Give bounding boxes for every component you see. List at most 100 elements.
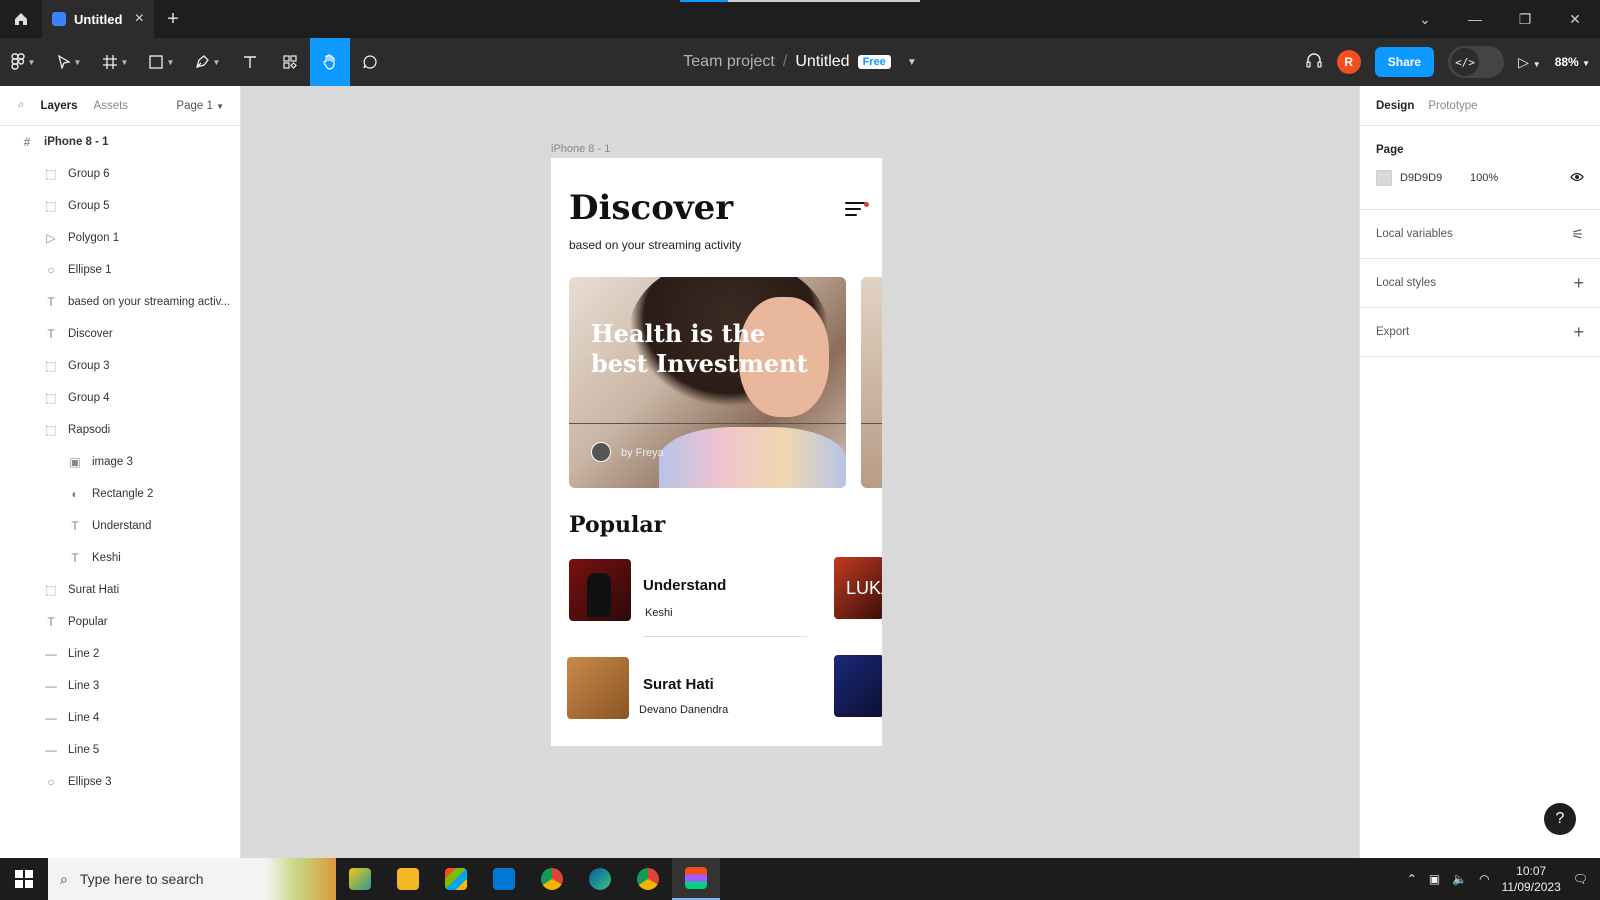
frame-tool[interactable]: ▼ [92,38,138,86]
song-artist[interactable]: Keshi [645,607,673,619]
export-section[interactable]: Export + [1360,308,1600,357]
notifications-icon[interactable]: 🗨 [1573,872,1588,886]
frame-label[interactable]: iPhone 8 - 1 [551,143,610,155]
headphones-icon[interactable] [1305,51,1323,74]
layer-row[interactable]: ⬚ Group 6 [0,158,240,190]
layer-row[interactable]: T Keshi [0,542,240,574]
pen-icon [195,55,209,68]
sliders-icon[interactable]: ⚟ [1571,226,1584,243]
chevron-down-icon[interactable]: ⌄ [1400,0,1450,38]
page-color-value[interactable]: D9D9D9 [1400,172,1462,184]
layer-row[interactable]: ○ Ellipse 3 [0,766,240,798]
avatar[interactable]: R [1336,50,1361,74]
local-styles-section[interactable]: Local styles + [1360,259,1600,308]
plus-icon[interactable]: + [1573,273,1584,294]
album-art-surat-hati[interactable] [567,657,629,719]
popular-heading[interactable]: Popular [569,512,665,538]
song-artist[interactable]: Devano Danendra [639,704,728,716]
page-selector[interactable]: Page 1 ▼ [176,100,224,112]
layer-row[interactable]: ⬚ Group 5 [0,190,240,222]
layer-row[interactable]: T Discover [0,318,240,350]
search-icon[interactable]: ⌕ [18,99,24,112]
layer-row[interactable]: # iPhone 8 - 1 [0,126,240,158]
layer-row[interactable]: ◐ Rectangle 2 [0,478,240,510]
local-variables-section[interactable]: Local variables ⚟ [1360,210,1600,259]
file-explorer-icon[interactable] [384,858,432,900]
restore-icon[interactable]: ❐ [1500,0,1550,38]
layer-row[interactable]: ▷ Polygon 1 [0,222,240,254]
chrome-icon[interactable] [528,858,576,900]
album-art-luka[interactable]: LUKA [834,557,882,619]
chevron-down-icon[interactable]: ▼ [907,57,917,68]
local-styles-label: Local styles [1376,277,1437,289]
layer-row[interactable]: ○ Ellipse 1 [0,254,240,286]
layer-row[interactable]: ⬚ Group 3 [0,350,240,382]
widgets-icon[interactable] [336,858,384,900]
tab-design[interactable]: Design [1376,100,1414,112]
file-name[interactable]: Untitled [795,53,849,71]
taskbar-search[interactable]: ⌕ Type here to search [48,858,336,900]
layer-row[interactable]: — Line 4 [0,702,240,734]
dev-mode-toggle[interactable]: </> [1448,46,1505,78]
shape-tool[interactable]: ▼ [138,38,184,86]
color-swatch[interactable] [1376,170,1392,186]
windows-start-icon[interactable] [0,858,48,900]
layer-row[interactable]: Tbased on your streaming activ... [0,286,240,318]
plus-icon[interactable]: + [154,8,192,31]
author-avatar [591,442,611,462]
tab-layers[interactable]: Layers [40,100,77,112]
plus-icon[interactable]: + [1573,322,1584,343]
microsoft-store-icon[interactable] [432,858,480,900]
album-art-aziz[interactable] [834,655,882,717]
volume-icon[interactable]: 🔈 [1452,872,1467,886]
layer-row[interactable]: T Understand [0,510,240,542]
present-button[interactable]: ▷ ▼ [1518,54,1541,71]
layer-row[interactable]: T Popular [0,606,240,638]
share-button[interactable]: Share [1374,47,1435,77]
resources-tool[interactable] [270,38,310,86]
minimize-icon[interactable]: — [1450,0,1500,38]
chrome-profile-icon[interactable] [624,858,672,900]
tab-prototype[interactable]: Prototype [1428,100,1477,112]
close-window-icon[interactable]: ✕ [1550,0,1600,38]
menu-icon[interactable] [845,202,865,218]
meet-icon[interactable]: ▣ [1429,872,1440,886]
eye-icon[interactable] [1570,171,1584,185]
main-menu-button[interactable]: ▼ [0,38,46,86]
layer-row[interactable]: ▣ image 3 [0,446,240,478]
page-opacity-value[interactable]: 100% [1470,172,1498,184]
layer-row[interactable]: — Line 2 [0,638,240,670]
chevron-down-icon: ▼ [216,101,224,111]
layer-row[interactable]: — Line 5 [0,734,240,766]
move-tool[interactable]: ▼ [46,38,92,86]
edge-icon[interactable] [576,858,624,900]
layer-row[interactable]: ⬚ Group 4 [0,382,240,414]
zoom-control[interactable]: 88% ▼ [1555,55,1590,69]
hero-card-next[interactable] [861,277,882,488]
discover-subtitle[interactable]: based on your streaming activity [569,238,741,252]
hero-card[interactable]: Health is the best Investment by Freya [569,277,846,488]
discover-title[interactable]: Discover [569,188,733,228]
chevron-up-icon[interactable]: ⌃ [1407,872,1417,886]
wifi-icon[interactable]: ◠ [1479,872,1489,886]
crumb-team[interactable]: Team project [683,53,775,71]
home-icon[interactable] [0,0,42,38]
tab-assets[interactable]: Assets [94,100,129,112]
mail-icon[interactable] [480,858,528,900]
tab-untitled[interactable]: Untitled × [42,0,154,38]
figma-app-icon[interactable] [672,858,720,900]
comment-tool[interactable] [350,38,390,86]
close-icon[interactable]: × [135,10,144,28]
song-title[interactable]: Surat Hati [643,676,714,693]
clock[interactable]: 10:07 11/09/2023 [1502,863,1561,895]
album-art-understand[interactable] [569,559,631,621]
layer-row[interactable]: ⬚ Surat Hati [0,574,240,606]
layer-row[interactable]: — Line 3 [0,670,240,702]
iphone-frame[interactable]: Discover based on your streaming activit… [551,158,882,746]
layer-row[interactable]: ⬚ Rapsodi [0,414,240,446]
text-tool[interactable] [230,38,270,86]
hand-tool[interactable] [310,38,350,86]
help-button[interactable]: ? [1544,803,1576,835]
pen-tool[interactable]: ▼ [184,38,230,86]
song-title[interactable]: Understand [643,577,726,594]
